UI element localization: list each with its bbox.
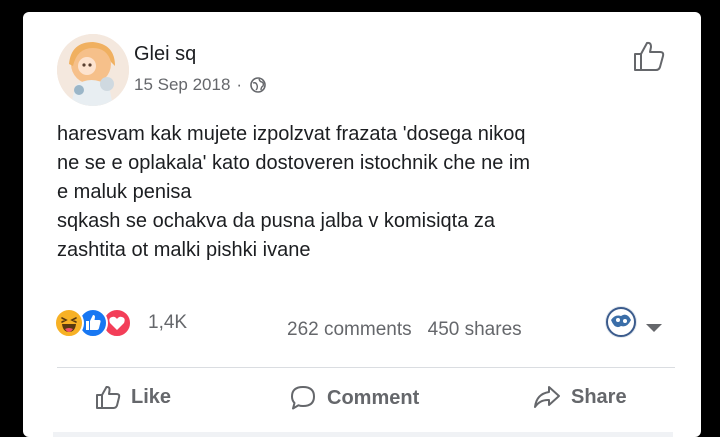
comments-count[interactable]: 262 comments: [287, 319, 412, 341]
action-bar: Like Comment Share: [23, 378, 701, 428]
comment-button[interactable]: Comment: [289, 384, 419, 412]
post-text-line: haresvam kak mujete izpolzvat frazata 'd…: [57, 123, 526, 145]
avatar-illustration: [57, 34, 129, 106]
globe-icon: [250, 77, 266, 93]
meta-separator: ·: [236, 75, 243, 94]
share-icon: [534, 386, 560, 408]
post-stats: 262 comments 450 shares: [287, 319, 522, 341]
comment-label: Comment: [327, 386, 420, 409]
comment-icon: [291, 386, 315, 410]
reaction-count: 1,4K: [148, 312, 188, 333]
author-avatar[interactable]: [57, 34, 129, 106]
like-label: Like: [131, 385, 172, 408]
post-text-line: zashtita ot malki pishki ivane: [57, 239, 311, 261]
reaction-icons: [54, 308, 144, 338]
like-icon[interactable]: [632, 39, 666, 73]
post-text-line: ne se e oplakala' kato dostoveren istoch…: [57, 152, 530, 174]
reactions-summary[interactable]: 1,4K: [54, 308, 187, 338]
author-name[interactable]: Glei sq: [134, 43, 196, 66]
haha-icon: [54, 308, 84, 338]
post-date[interactable]: 15 Sep 2018: [134, 75, 230, 95]
comment-area-edge: [53, 432, 673, 437]
viewer-avatar-image: [605, 306, 637, 338]
viewer-avatar[interactable]: [605, 306, 637, 338]
divider: [57, 367, 675, 368]
post-card: Glei sq 15 Sep 2018 · haresvam kak mujet…: [23, 12, 701, 437]
shares-count[interactable]: 450 shares: [428, 319, 522, 341]
share-button[interactable]: Share: [533, 384, 627, 410]
post-text-line: e maluk penisa: [57, 181, 192, 203]
post-text: haresvam kak mujete izpolzvat frazata 'd…: [57, 120, 657, 265]
chevron-down-icon[interactable]: [646, 324, 662, 332]
like-icon: [96, 385, 121, 409]
like-button[interactable]: Like: [95, 384, 171, 410]
share-label: Share: [571, 385, 627, 408]
post-meta: 15 Sep 2018 ·: [134, 75, 266, 95]
post-text-line: sqkash se ochakva da pusna jalba v komis…: [57, 210, 496, 232]
